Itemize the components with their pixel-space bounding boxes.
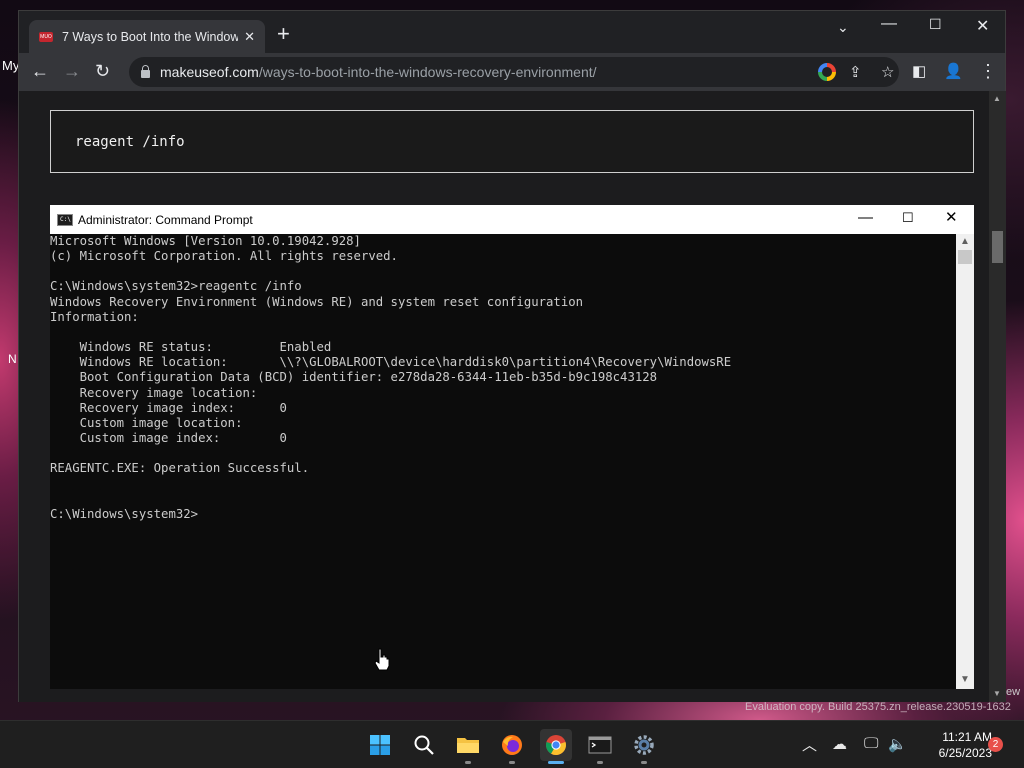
scroll-down-icon[interactable]: ▼ (993, 689, 1001, 698)
console-line: Windows Recovery Environment (Windows RE… (50, 294, 584, 309)
close-icon[interactable]: ✕ (244, 29, 255, 45)
running-indicator (641, 761, 647, 764)
tab-active[interactable]: MUO 7 Ways to Boot Into the Windows Reco… (29, 20, 265, 53)
taskbar-app-chrome[interactable] (540, 729, 572, 764)
page-scroll-thumb[interactable] (992, 231, 1003, 263)
scroll-up-icon: ▲ (960, 236, 970, 247)
console-line: C:\Windows\system32>reagentc /info (50, 279, 302, 294)
address-bar[interactable]: makeuseof.com/ways-to-boot-into-the-wind… (129, 57, 899, 87)
minimize-button[interactable]: — (881, 15, 897, 33)
chrome-icon (546, 735, 566, 756)
taskbar: ︿ ☁ 🖵 🔈 11:21 AM 6/25/2023 2 (0, 720, 1024, 768)
file-explorer-icon (457, 738, 479, 753)
desktop-icon-label: ew (1006, 686, 1021, 698)
scroll-up-icon[interactable]: ▲ (993, 94, 1001, 103)
chevron-up-icon[interactable]: ︿ (802, 734, 817, 755)
browser-window: MUO 7 Ways to Boot Into the Windows Reco… (18, 10, 1006, 702)
evaluation-watermark: Evaluation copy. Build 25375.zn_release.… (745, 701, 1011, 713)
maximize-button[interactable]: ☐ (929, 16, 942, 33)
console-line: Recovery image index: 0 (50, 400, 287, 415)
start-icon (370, 735, 390, 755)
tab-title: 7 Ways to Boot Into the Windows Recovery… (62, 29, 239, 44)
volume-icon[interactable]: 🔈 (888, 735, 907, 753)
console-line: Custom image location: (50, 415, 243, 430)
cmd-scrollbar: ▲ ▼ (956, 234, 974, 689)
site-favicon: MUO (39, 31, 53, 42)
console-line: Boot Configuration Data (BCD) identifier… (50, 370, 658, 385)
firefox-icon (502, 735, 522, 755)
scroll-down-icon: ▼ (960, 674, 970, 685)
url-host: makeuseof.com (160, 64, 259, 80)
running-indicator (548, 761, 564, 764)
bookmark-star-icon[interactable]: ☆ (881, 63, 894, 81)
close-window-button[interactable]: ✕ (976, 16, 989, 36)
url-path: /ways-to-boot-into-the-windows-recovery-… (258, 64, 597, 80)
code-snippet: reagent /info (50, 110, 974, 173)
console-output: Microsoft Windows [Version 10.0.19042.92… (50, 234, 956, 689)
profile-icon[interactable]: 👤 (944, 62, 963, 82)
google-lens-icon[interactable] (818, 63, 836, 81)
console-line: Information: (50, 309, 139, 324)
taskbar-app-firefox[interactable] (496, 729, 528, 764)
console-line: REAGENTC.EXE: Operation Successful. (50, 461, 310, 476)
notification-badge[interactable]: 2 (988, 737, 1003, 752)
console-line: Microsoft Windows [Version 10.0.19042.92… (50, 234, 361, 248)
start-button[interactable] (364, 729, 396, 761)
cmd-title: Administrator: Command Prompt (78, 212, 253, 227)
clock-date: 6/25/2023 (938, 746, 992, 760)
settings-icon (634, 735, 654, 755)
desktop-icon-label[interactable]: My (2, 58, 19, 73)
running-indicator (465, 761, 471, 764)
running-indicator (597, 761, 603, 764)
clock-time: 11:21 AM (942, 730, 992, 744)
page-scrollbar[interactable]: ▲ ▼ (989, 91, 1006, 702)
back-icon[interactable]: ← (31, 61, 49, 81)
cmd-title-bar: C:\ Administrator: Command Prompt — ☐ ✕ (50, 205, 974, 234)
taskbar-app-file-explorer[interactable] (452, 729, 484, 764)
console-line: Recovery image location: (50, 385, 258, 400)
terminal-icon (588, 736, 612, 754)
new-tab-button[interactable]: + (277, 23, 290, 45)
taskbar-app-settings[interactable] (628, 729, 660, 764)
side-panel-icon[interactable]: ◧ (912, 62, 926, 82)
search-icon (414, 735, 434, 755)
console-line: (c) Microsoft Corporation. All rights re… (50, 249, 398, 264)
tab-strip: MUO 7 Ways to Boot Into the Windows Reco… (19, 11, 1005, 53)
network-icon[interactable]: 🖵 (864, 735, 878, 752)
lock-icon[interactable] (141, 65, 150, 78)
browser-toolbar: ← → ↻ makeuseof.com/ways-to-boot-into-th… (19, 53, 1005, 91)
desktop-icon-label[interactable]: N (8, 352, 17, 366)
article-page: reagent /info C:\ Administrator: Command… (19, 91, 989, 702)
minimize-icon: — (858, 209, 873, 226)
forward-icon[interactable]: → (63, 61, 81, 81)
console-line: C:\Windows\system32> (50, 506, 199, 521)
taskbar-search-button[interactable] (408, 729, 440, 761)
share-icon[interactable]: ⇪ (849, 63, 862, 81)
reload-icon[interactable]: ↻ (95, 61, 110, 81)
running-indicator (509, 761, 515, 764)
hand-cursor-icon (374, 648, 390, 671)
onedrive-icon[interactable]: ☁ (832, 735, 847, 753)
console-line: Windows RE location: \\?\GLOBALROOT\devi… (50, 355, 732, 370)
clock[interactable]: 11:21 AM 6/25/2023 (912, 729, 992, 761)
cmd-screenshot: C:\ Administrator: Command Prompt — ☐ ✕ … (50, 205, 974, 689)
command-prompt-icon: C:\ (57, 213, 73, 226)
menu-icon[interactable]: ⋮ (979, 61, 997, 81)
taskbar-app-terminal[interactable] (584, 729, 616, 764)
tab-search-icon[interactable]: ⌄ (837, 19, 849, 36)
maximize-icon: ☐ (902, 210, 914, 225)
console-line: Windows RE status: Enabled (50, 340, 332, 355)
close-icon: ✕ (945, 209, 958, 226)
scroll-thumb (958, 250, 972, 264)
console-line: Custom image index: 0 (50, 431, 287, 446)
